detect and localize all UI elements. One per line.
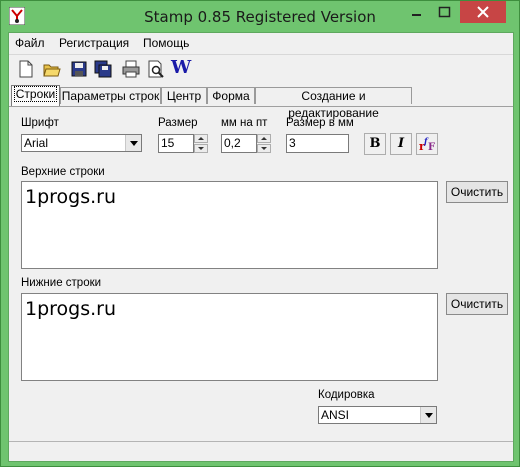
lower-lines-label: Нижние строки [21, 277, 102, 289]
spin-up-icon[interactable] [257, 134, 271, 143]
tab-center[interactable]: Центр [161, 87, 207, 104]
encoding-select[interactable]: ANSI [318, 406, 437, 424]
save-icon[interactable] [70, 60, 88, 78]
svg-text:F: F [428, 142, 435, 153]
close-button[interactable] [460, 1, 506, 23]
minimize-button[interactable] [403, 1, 430, 23]
minimize-icon [412, 14, 421, 16]
spin-up-icon[interactable] [194, 134, 208, 143]
menu-bar: Файл Регистрация Помощь [9, 33, 513, 53]
title-bar[interactable]: Stamp 0.85 Registered Version [1, 1, 519, 31]
menu-help[interactable]: Помощь [143, 36, 189, 50]
size-label: Размер [158, 117, 198, 129]
size-mm-label: Размер в мм [286, 117, 354, 129]
encoding-label: Кодировка [318, 389, 375, 401]
maximize-icon [438, 6, 451, 18]
size-mm-input[interactable]: 3 [286, 134, 349, 153]
bold-button[interactable]: B [364, 133, 386, 155]
close-icon [477, 6, 489, 18]
tab-create-edit[interactable]: Создание и редактирование [255, 87, 412, 120]
italic-button[interactable]: I [390, 133, 412, 155]
tab-strip: Строки Параметры строк Центр Форма Созда… [9, 85, 513, 120]
lower-clear-button[interactable]: Очистить [446, 293, 508, 315]
lower-lines-textarea[interactable]: 1progs.ru [21, 293, 438, 381]
menu-file[interactable]: Файл [15, 36, 45, 50]
font-style-button[interactable]: r f F [416, 133, 438, 155]
spin-down-icon[interactable] [257, 144, 271, 153]
upper-clear-button[interactable]: Очистить [446, 181, 508, 203]
menu-registration[interactable]: Регистрация [59, 36, 129, 50]
chevron-down-icon[interactable] [125, 135, 141, 151]
print-icon[interactable] [122, 60, 140, 78]
status-bar [9, 441, 513, 462]
encoding-select-value: ANSI [321, 408, 350, 422]
mm-per-pt-input[interactable]: 0,2 [221, 134, 257, 153]
w-icon[interactable]: W [171, 57, 193, 78]
tab-shape[interactable]: Форма [207, 87, 255, 104]
client-area: Файл Регистрация Помощь W Строки Парамет… [8, 32, 514, 462]
font-style-icon: r f F [419, 136, 435, 153]
mm-per-pt-spinner[interactable] [257, 134, 271, 153]
size-spinner[interactable] [194, 134, 208, 153]
upper-lines-label: Верхние строки [21, 166, 105, 178]
new-icon[interactable] [17, 60, 35, 78]
tab-lines[interactable]: Строки [11, 85, 60, 106]
lines-tab-panel [9, 106, 513, 444]
upper-lines-textarea[interactable]: 1progs.ru [21, 181, 438, 269]
tab-lines-label: Строки [13, 86, 58, 102]
chevron-down-icon[interactable] [420, 407, 436, 423]
save-as-icon[interactable] [94, 60, 112, 78]
font-select-value: Arial [24, 136, 49, 150]
app-window: Stamp 0.85 Registered Version Файл Регис… [0, 0, 520, 467]
mm-per-pt-label: мм на пт [221, 117, 268, 129]
toolbar: W [9, 54, 513, 81]
tab-line-params[interactable]: Параметры строк [60, 87, 161, 104]
maximize-button[interactable] [431, 1, 458, 23]
open-icon[interactable] [43, 60, 61, 78]
print-preview-icon[interactable] [147, 60, 165, 78]
font-select[interactable]: Arial [21, 134, 142, 152]
size-input[interactable]: 15 [158, 134, 194, 153]
spin-down-icon[interactable] [194, 144, 208, 153]
font-label: Шрифт [21, 117, 59, 129]
